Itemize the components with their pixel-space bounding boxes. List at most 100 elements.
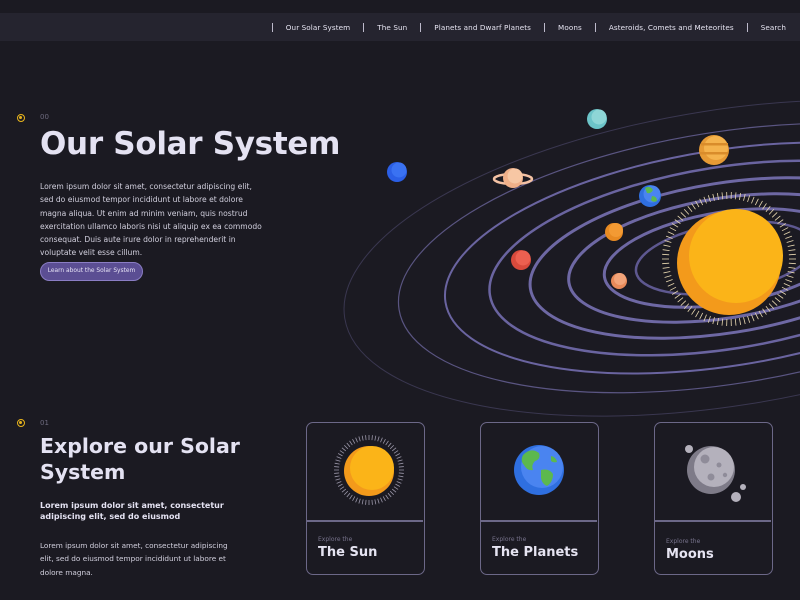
sun-ray bbox=[787, 244, 795, 247]
card-divider bbox=[307, 520, 423, 522]
explore-title: Explore our Solar System bbox=[40, 434, 240, 484]
card-divider bbox=[481, 520, 597, 522]
learn-solar-system-button[interactable]: Learn about the Solar System bbox=[40, 262, 143, 281]
planet-mercury-icon bbox=[611, 273, 627, 289]
sun-ray bbox=[758, 200, 763, 208]
sun-ray bbox=[774, 297, 781, 303]
sun-ray bbox=[341, 488, 347, 493]
sun-ray bbox=[397, 478, 403, 481]
sun-ray bbox=[771, 300, 778, 306]
sun-ray bbox=[336, 456, 342, 459]
nav-item-the-sun[interactable]: The Sun bbox=[377, 23, 407, 32]
sun-ray bbox=[680, 212, 687, 218]
section-number: 01 bbox=[40, 419, 49, 427]
sun-ray bbox=[377, 498, 380, 504]
sun-ray bbox=[335, 478, 341, 481]
sun-ray bbox=[786, 240, 794, 243]
sun-ray bbox=[695, 310, 700, 318]
top-strip bbox=[0, 0, 800, 13]
card-title: The Planets bbox=[492, 545, 579, 560]
section-marker bbox=[17, 419, 25, 427]
nav-item-our-solar-system[interactable]: Our Solar System bbox=[286, 23, 350, 32]
sun-ray bbox=[785, 235, 793, 239]
planet-mars-icon bbox=[511, 250, 531, 270]
sun-ray bbox=[395, 453, 401, 457]
sun-ray bbox=[380, 437, 383, 443]
sun-ray bbox=[667, 231, 675, 235]
sun-ray bbox=[334, 475, 340, 478]
card-title: Moons bbox=[666, 547, 714, 562]
nav-divider bbox=[271, 22, 273, 32]
sun-ray bbox=[343, 444, 349, 450]
card-the-planets[interactable]: Explore the The Planets bbox=[480, 422, 599, 575]
explore-subtitle: Lorem ipsum dolor sit amet, consectetur … bbox=[40, 501, 224, 521]
planets-card-art bbox=[514, 445, 564, 495]
sun-ray bbox=[337, 453, 343, 457]
sun-ray bbox=[751, 314, 755, 322]
sun-ray bbox=[396, 481, 402, 484]
sun-ray bbox=[734, 318, 737, 326]
sun-ray bbox=[781, 227, 789, 232]
nav-item-planets[interactable]: Planets and Dwarf Planets bbox=[434, 23, 531, 32]
sun-ray bbox=[346, 442, 351, 448]
card-moons[interactable]: Explore the Moons bbox=[654, 422, 773, 575]
sun-ray bbox=[395, 483, 401, 487]
nav-item-asteroids[interactable]: Asteroids, Comets and Meteorites bbox=[609, 23, 734, 32]
sun-ray bbox=[662, 249, 670, 252]
sun-ray bbox=[355, 497, 358, 503]
sun-ray bbox=[667, 283, 675, 287]
nav-divider bbox=[420, 22, 422, 32]
sun-ray bbox=[665, 279, 673, 283]
sun-ray bbox=[783, 283, 791, 287]
sun-ray bbox=[785, 279, 793, 283]
sun-ray bbox=[361, 499, 364, 505]
sun-ray bbox=[398, 462, 404, 465]
card-divider bbox=[655, 520, 771, 522]
sun-ray bbox=[382, 438, 386, 444]
planet-saturn-icon bbox=[492, 168, 534, 188]
planet-uranus-icon bbox=[587, 109, 607, 129]
sun-ray bbox=[774, 215, 781, 221]
sun-card-art bbox=[334, 435, 404, 505]
page-title: Our Solar System bbox=[40, 126, 341, 162]
sun-ray bbox=[349, 494, 353, 500]
sun-ray bbox=[387, 492, 392, 498]
sun-icon bbox=[344, 446, 394, 496]
sun-ray bbox=[374, 499, 377, 505]
main-nav: Our Solar System The Sun Planets and Dwa… bbox=[0, 13, 800, 41]
sun-ray bbox=[734, 192, 737, 200]
sun-ray bbox=[389, 444, 395, 450]
card-kicker: Explore the bbox=[318, 536, 353, 543]
card-the-sun[interactable]: Explore the The Sun bbox=[306, 422, 425, 575]
sun-ray bbox=[397, 459, 403, 462]
card-title: The Sun bbox=[318, 545, 378, 560]
sun-ray bbox=[683, 208, 690, 215]
sun-ray bbox=[743, 317, 746, 325]
nav-item-search[interactable]: Search bbox=[761, 23, 786, 32]
nav-divider bbox=[594, 22, 596, 32]
sun-ray bbox=[662, 266, 670, 269]
sun-ray bbox=[739, 318, 742, 326]
sun-ray bbox=[339, 450, 345, 454]
sun-ray bbox=[389, 490, 395, 496]
sun-ray bbox=[396, 456, 402, 459]
hero-description: Lorem ipsum dolor sit amet, consectetur … bbox=[40, 182, 262, 258]
nav-divider bbox=[363, 22, 365, 32]
earth-icon bbox=[514, 445, 564, 495]
sun-ray bbox=[669, 286, 677, 291]
sun-ray bbox=[334, 462, 340, 465]
sun-ray bbox=[385, 494, 389, 500]
sun-ray bbox=[677, 297, 684, 303]
sun-ray bbox=[398, 475, 404, 478]
nav-item-moons[interactable]: Moons bbox=[558, 23, 582, 32]
sun-ray bbox=[786, 275, 794, 278]
sun-ray bbox=[335, 459, 341, 462]
sun-ray bbox=[377, 436, 380, 442]
sun-ray bbox=[674, 293, 681, 299]
moon-icon bbox=[685, 445, 746, 502]
sun-ray bbox=[680, 300, 687, 306]
sun-ray bbox=[387, 442, 392, 448]
sun-ray bbox=[358, 498, 361, 504]
sun-ray bbox=[687, 205, 693, 212]
sun-ray bbox=[669, 227, 677, 232]
